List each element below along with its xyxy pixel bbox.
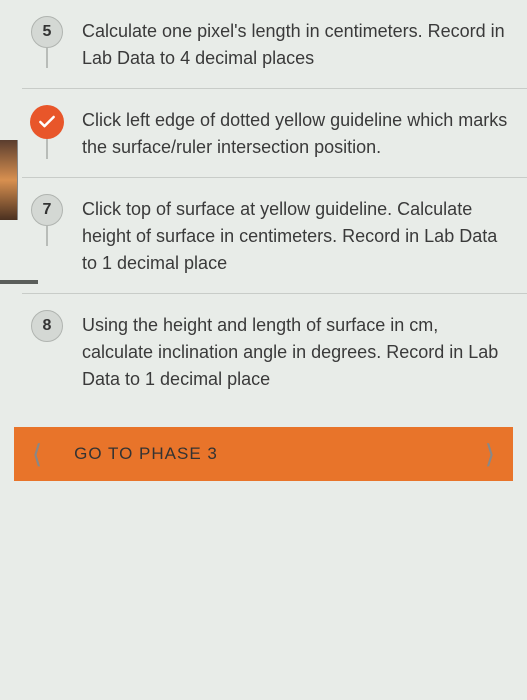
timeline-connector <box>46 137 48 159</box>
phase-button-label: GO TO PHASE 3 <box>42 444 485 464</box>
step-marker-column: 5 <box>22 16 72 48</box>
timeline-connector <box>46 48 48 68</box>
step-instruction-text: Calculate one pixel's length in centimet… <box>72 16 511 72</box>
step-marker-column <box>22 105 72 139</box>
step-marker-column: 7 <box>22 194 72 226</box>
step-completed-badge <box>30 105 64 139</box>
steps-list: 5 Calculate one pixel's length in centim… <box>0 0 527 409</box>
step-item: 5 Calculate one pixel's length in centim… <box>22 0 527 89</box>
chevron-right-icon: ⟩ <box>485 439 495 470</box>
step-item: 8 Using the height and length of surface… <box>22 294 527 409</box>
step-instruction-text: Click top of surface at yellow guideline… <box>72 194 511 277</box>
chevron-left-icon: ⟨ <box>32 439 42 470</box>
step-number-badge: 5 <box>31 16 63 48</box>
step-item: 7 Click top of surface at yellow guideli… <box>22 178 527 294</box>
step-marker-column: 8 <box>22 310 72 342</box>
step-instruction-text: Click left edge of dotted yellow guideli… <box>72 105 511 161</box>
step-number-badge: 7 <box>31 194 63 226</box>
check-icon <box>37 112 57 132</box>
step-number-badge: 8 <box>31 310 63 342</box>
step-item: Click left edge of dotted yellow guideli… <box>22 89 527 178</box>
step-instruction-text: Using the height and length of surface i… <box>72 310 511 393</box>
preview-image-edge <box>0 140 18 220</box>
timeline-connector <box>46 226 48 246</box>
go-to-phase-button[interactable]: ⟨ GO TO PHASE 3 ⟩ <box>14 427 513 481</box>
